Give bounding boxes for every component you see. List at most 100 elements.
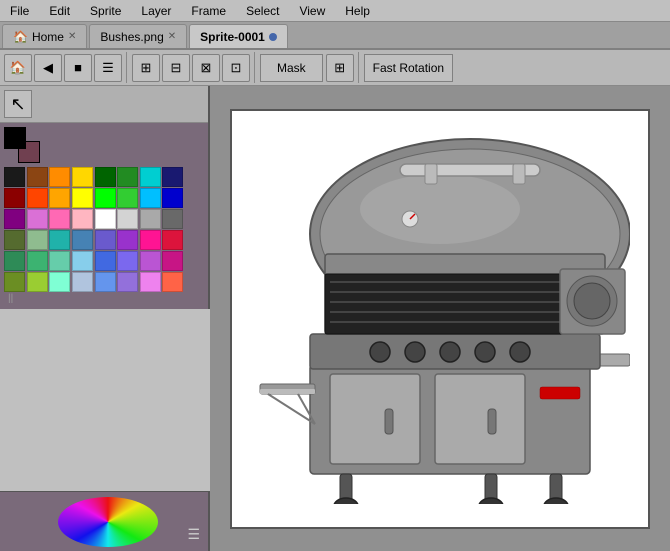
- grill-image: [245, 124, 635, 514]
- tab-bar: 🏠 Home ✕ Bushes.png ✕ Sprite-0001: [0, 22, 670, 50]
- palette-cell-5[interactable]: [117, 167, 138, 187]
- palette-cell-32[interactable]: [4, 251, 25, 271]
- palette-cell-24[interactable]: [4, 230, 25, 250]
- palette-cell-42[interactable]: [49, 272, 70, 292]
- tool-grid4-btn[interactable]: ⊡: [222, 54, 250, 82]
- fg-bg-colors: [4, 127, 40, 163]
- palette-cell-44[interactable]: [95, 272, 116, 292]
- palette-cell-0[interactable]: [4, 167, 25, 187]
- palette-header: [4, 127, 204, 163]
- palette-cell-17[interactable]: [27, 209, 48, 229]
- palette-cell-11[interactable]: [72, 188, 93, 208]
- tab-bushes-close[interactable]: ✕: [168, 31, 176, 42]
- tool-stop-btn[interactable]: ■: [64, 54, 92, 82]
- palette-cell-29[interactable]: [117, 230, 138, 250]
- palette-cell-31[interactable]: [162, 230, 183, 250]
- menu-sprite[interactable]: Sprite: [84, 2, 127, 20]
- home-icon: 🏠: [13, 30, 28, 44]
- palette-cell-7[interactable]: [162, 167, 183, 187]
- palette-cell-35[interactable]: [72, 251, 93, 271]
- tab-bushes[interactable]: Bushes.png ✕: [89, 24, 187, 48]
- palette-cell-2[interactable]: [49, 167, 70, 187]
- palette-cell-20[interactable]: [95, 209, 116, 229]
- palette-cell-22[interactable]: [140, 209, 161, 229]
- tools-row: ↖: [0, 86, 208, 123]
- palette-cell-33[interactable]: [27, 251, 48, 271]
- tab-home[interactable]: 🏠 Home ✕: [2, 24, 87, 48]
- palette-cell-39[interactable]: [162, 251, 183, 271]
- menu-bar: File Edit Sprite Layer Frame Select View…: [0, 0, 670, 22]
- palette-cell-34[interactable]: [49, 251, 70, 271]
- tool-group-nav: 🏠 ◀ ■ ☰: [4, 52, 127, 83]
- palette-cell-14[interactable]: [140, 188, 161, 208]
- bottom-panel: ☰: [0, 491, 210, 551]
- palette-cell-8[interactable]: [4, 188, 25, 208]
- canvas-frame: [230, 109, 650, 529]
- palette-cell-18[interactable]: [49, 209, 70, 229]
- canvas-area: [210, 86, 670, 551]
- palette-cell-43[interactable]: [72, 272, 93, 292]
- color-palette: ||: [0, 123, 208, 309]
- palette-cell-30[interactable]: [140, 230, 161, 250]
- tab-sprite[interactable]: Sprite-0001: [189, 24, 288, 48]
- tab-sprite-dot: [269, 33, 277, 41]
- palette-cell-12[interactable]: [95, 188, 116, 208]
- palette-cell-28[interactable]: [95, 230, 116, 250]
- palette-cell-25[interactable]: [27, 230, 48, 250]
- tool-grid3-btn[interactable]: ⊠: [192, 54, 220, 82]
- palette-cell-6[interactable]: [140, 167, 161, 187]
- palette-cell-40[interactable]: [4, 272, 25, 292]
- mask-button[interactable]: Mask: [260, 54, 323, 82]
- main-area: ↖ || ☰: [0, 86, 670, 551]
- tool-back-btn[interactable]: ◀: [34, 54, 62, 82]
- tab-bushes-label: Bushes.png: [100, 30, 163, 44]
- palette-cell-3[interactable]: [72, 167, 93, 187]
- color-wheel[interactable]: [58, 497, 158, 547]
- left-panel-wrapper: ↖ || ☰: [0, 86, 210, 551]
- tool-select-icon[interactable]: ↖: [4, 90, 32, 118]
- tool-extra-btn[interactable]: ⊞: [326, 54, 354, 82]
- tool-home-btn[interactable]: 🏠: [4, 54, 32, 82]
- tool-group-extra: ⊞: [326, 52, 359, 83]
- tab-home-label: Home: [32, 30, 64, 44]
- palette-cell-26[interactable]: [49, 230, 70, 250]
- tool-menu-btn[interactable]: ☰: [94, 54, 122, 82]
- palette-grid: [4, 167, 184, 292]
- tool-group-sprite: ⊞ ⊟ ⊠ ⊡: [132, 52, 255, 83]
- main-toolbar: 🏠 ◀ ■ ☰ ⊞ ⊟ ⊠ ⊡ Mask ⊞ Fast Rotation: [0, 50, 670, 86]
- palette-cell-46[interactable]: [140, 272, 161, 292]
- menu-frame[interactable]: Frame: [185, 2, 232, 20]
- palette-cell-23[interactable]: [162, 209, 183, 229]
- palette-cell-41[interactable]: [27, 272, 48, 292]
- fast-rotation-button[interactable]: Fast Rotation: [364, 54, 453, 82]
- palette-cell-36[interactable]: [95, 251, 116, 271]
- palette-cell-10[interactable]: [49, 188, 70, 208]
- palette-cell-4[interactable]: [95, 167, 116, 187]
- palette-cell-38[interactable]: [140, 251, 161, 271]
- tab-home-close[interactable]: ✕: [68, 31, 76, 42]
- tab-sprite-label: Sprite-0001: [200, 30, 265, 44]
- palette-cell-1[interactable]: [27, 167, 48, 187]
- tool-grid-btn[interactable]: ⊞: [132, 54, 160, 82]
- left-panel: ↖ ||: [0, 86, 210, 309]
- palette-cell-37[interactable]: [117, 251, 138, 271]
- cursor-icon: ↖: [10, 94, 25, 115]
- palette-cell-13[interactable]: [117, 188, 138, 208]
- palette-cell-16[interactable]: [4, 209, 25, 229]
- fg-color-swatch[interactable]: [4, 127, 26, 149]
- tool-grid2-btn[interactable]: ⊟: [162, 54, 190, 82]
- palette-cell-21[interactable]: [117, 209, 138, 229]
- panel-menu-icon[interactable]: ☰: [187, 526, 200, 543]
- menu-select[interactable]: Select: [240, 2, 285, 20]
- palette-cell-19[interactable]: [72, 209, 93, 229]
- menu-layer[interactable]: Layer: [135, 2, 177, 20]
- menu-edit[interactable]: Edit: [43, 2, 76, 20]
- palette-cell-15[interactable]: [162, 188, 183, 208]
- palette-cell-45[interactable]: [117, 272, 138, 292]
- menu-help[interactable]: Help: [339, 2, 376, 20]
- palette-cell-47[interactable]: [162, 272, 183, 292]
- palette-cell-27[interactable]: [72, 230, 93, 250]
- palette-cell-9[interactable]: [27, 188, 48, 208]
- menu-view[interactable]: View: [293, 2, 331, 20]
- menu-file[interactable]: File: [4, 2, 35, 20]
